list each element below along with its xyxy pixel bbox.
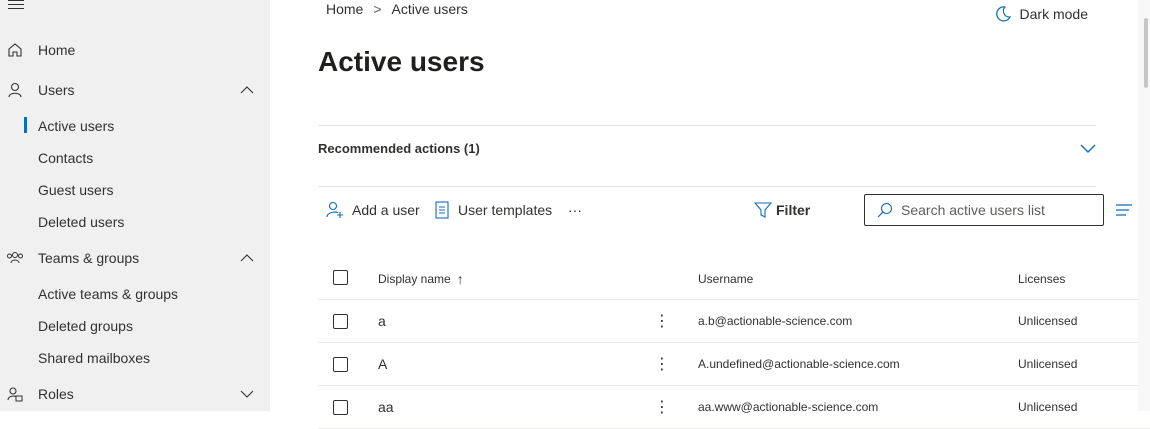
chevron-up-icon — [240, 83, 254, 97]
page-title: Active users — [318, 46, 485, 77]
sidebar-item-active-teams-groups[interactable]: Active teams & groups — [0, 278, 270, 310]
table-row[interactable]: A ⋮ A.undefined@actionable-science.com U… — [318, 343, 1150, 386]
sidebar-item-shared-mailboxes[interactable]: Shared mailboxes — [0, 342, 270, 374]
sidebar-item-label: Users — [38, 82, 75, 98]
row-checkbox[interactable] — [333, 314, 348, 329]
recommended-actions[interactable]: Recommended actions (1) — [318, 125, 1096, 187]
username-cell: A.undefined@actionable-science.com — [698, 357, 900, 371]
search-box[interactable] — [864, 194, 1104, 226]
list-view-icon — [1116, 204, 1132, 216]
user-templates-button[interactable]: User templates — [434, 194, 552, 226]
sidebar-item-label: Roles — [38, 386, 74, 402]
sidebar-item-contacts[interactable]: Contacts — [0, 142, 270, 174]
main-content: Home > Active users Dark mode Active use… — [270, 0, 1150, 429]
sidebar-item-label: Shared mailboxes — [38, 350, 151, 366]
display-name-cell[interactable]: aa — [378, 386, 394, 428]
breadcrumb-separator-icon: > — [373, 1, 382, 17]
filter-icon — [754, 202, 772, 218]
breadcrumb-current: Active users — [391, 1, 468, 17]
search-icon — [877, 202, 893, 218]
sidebar-item-label: Guest users — [38, 182, 114, 198]
column-header-licenses[interactable]: Licenses — [1018, 258, 1065, 299]
add-user-label: Add a user — [352, 202, 420, 218]
group-icon — [6, 249, 24, 267]
chevron-up-icon — [240, 251, 254, 265]
filter-button[interactable]: Filter — [754, 194, 810, 226]
user-icon — [6, 81, 24, 99]
column-header-display-name[interactable]: Display name ↑ — [378, 258, 464, 299]
moon-icon — [995, 6, 1011, 22]
table-row[interactable]: aa ⋮ aa.www@actionable-science.com Unlic… — [318, 386, 1150, 429]
username-cell: aa.www@actionable-science.com — [698, 400, 879, 414]
column-header-username[interactable]: Username — [698, 258, 753, 299]
row-checkbox[interactable] — [333, 357, 348, 372]
dark-mode-label: Dark mode — [1019, 6, 1088, 22]
row-more-icon[interactable]: ⋮ — [654, 386, 670, 428]
filter-label: Filter — [776, 202, 811, 218]
sidebar-item-label: Teams & groups — [38, 250, 140, 266]
sidebar-item-active-users[interactable]: Active users — [0, 110, 270, 142]
add-user-icon — [326, 201, 343, 218]
sidebar-item-label: Deleted groups — [38, 318, 133, 334]
display-name-cell[interactable]: A — [378, 343, 387, 385]
display-name-cell[interactable]: a — [378, 300, 386, 342]
recommended-actions-label: Recommended actions (1) — [318, 141, 480, 156]
table-header-row: Display name ↑ Username Licenses — [318, 258, 1150, 300]
user-templates-label: User templates — [458, 202, 553, 218]
vertical-scrollbar[interactable] — [1138, 0, 1150, 411]
add-user-button[interactable]: Add a user — [326, 194, 420, 226]
sidebar-item-home[interactable]: Home — [0, 34, 270, 66]
table-row[interactable]: a ⋮ a.b@actionable-science.com Unlicense… — [318, 300, 1150, 343]
more-actions-button[interactable]: ··· — [568, 194, 582, 226]
select-all-checkbox[interactable] — [333, 270, 348, 285]
sidebar-item-guest-users[interactable]: Guest users — [0, 174, 270, 206]
breadcrumb-home-link[interactable]: Home — [326, 1, 363, 17]
sort-arrow-icon: ↑ — [456, 270, 464, 287]
sidebar-item-label: Active users — [38, 118, 115, 134]
sidebar-item-label: Active teams & groups — [38, 286, 179, 302]
roles-icon — [6, 385, 24, 403]
column-header-label: Display name — [378, 271, 451, 286]
search-input[interactable] — [901, 202, 1091, 218]
scrollbar-thumb[interactable] — [1144, 18, 1148, 88]
toolbar: Add a user User templates ··· Filter — [318, 194, 1132, 226]
sidebar: Home Users Active users Contacts Guest u… — [0, 0, 270, 411]
sidebar-item-users[interactable]: Users — [0, 74, 270, 106]
sidebar-item-deleted-users[interactable]: Deleted users — [0, 206, 270, 238]
sidebar-item-teams-groups[interactable]: Teams & groups — [0, 242, 270, 274]
sidebar-item-roles[interactable]: Roles — [0, 378, 270, 410]
username-cell: a.b@actionable-science.com — [698, 314, 853, 328]
sidebar-item-deleted-groups[interactable]: Deleted groups — [0, 310, 270, 342]
hamburger-menu-icon[interactable] — [8, 0, 24, 10]
chevron-down-icon — [240, 387, 254, 401]
template-icon — [435, 201, 449, 219]
home-icon — [6, 41, 24, 59]
license-cell: Unlicensed — [1018, 400, 1078, 414]
chevron-down-icon[interactable] — [1080, 140, 1096, 161]
more-icon: ··· — [568, 202, 582, 218]
breadcrumb: Home > Active users — [326, 1, 468, 17]
row-more-icon[interactable]: ⋮ — [654, 300, 670, 342]
sidebar-item-label: Deleted users — [38, 214, 125, 230]
view-options-button[interactable] — [1116, 194, 1132, 226]
license-cell: Unlicensed — [1018, 357, 1078, 371]
row-more-icon[interactable]: ⋮ — [654, 343, 670, 385]
row-checkbox[interactable] — [333, 400, 348, 415]
dark-mode-toggle[interactable]: Dark mode — [994, 5, 1088, 23]
sidebar-item-label: Home — [38, 42, 76, 58]
license-cell: Unlicensed — [1018, 314, 1078, 328]
sidebar-item-label: Contacts — [38, 150, 94, 166]
